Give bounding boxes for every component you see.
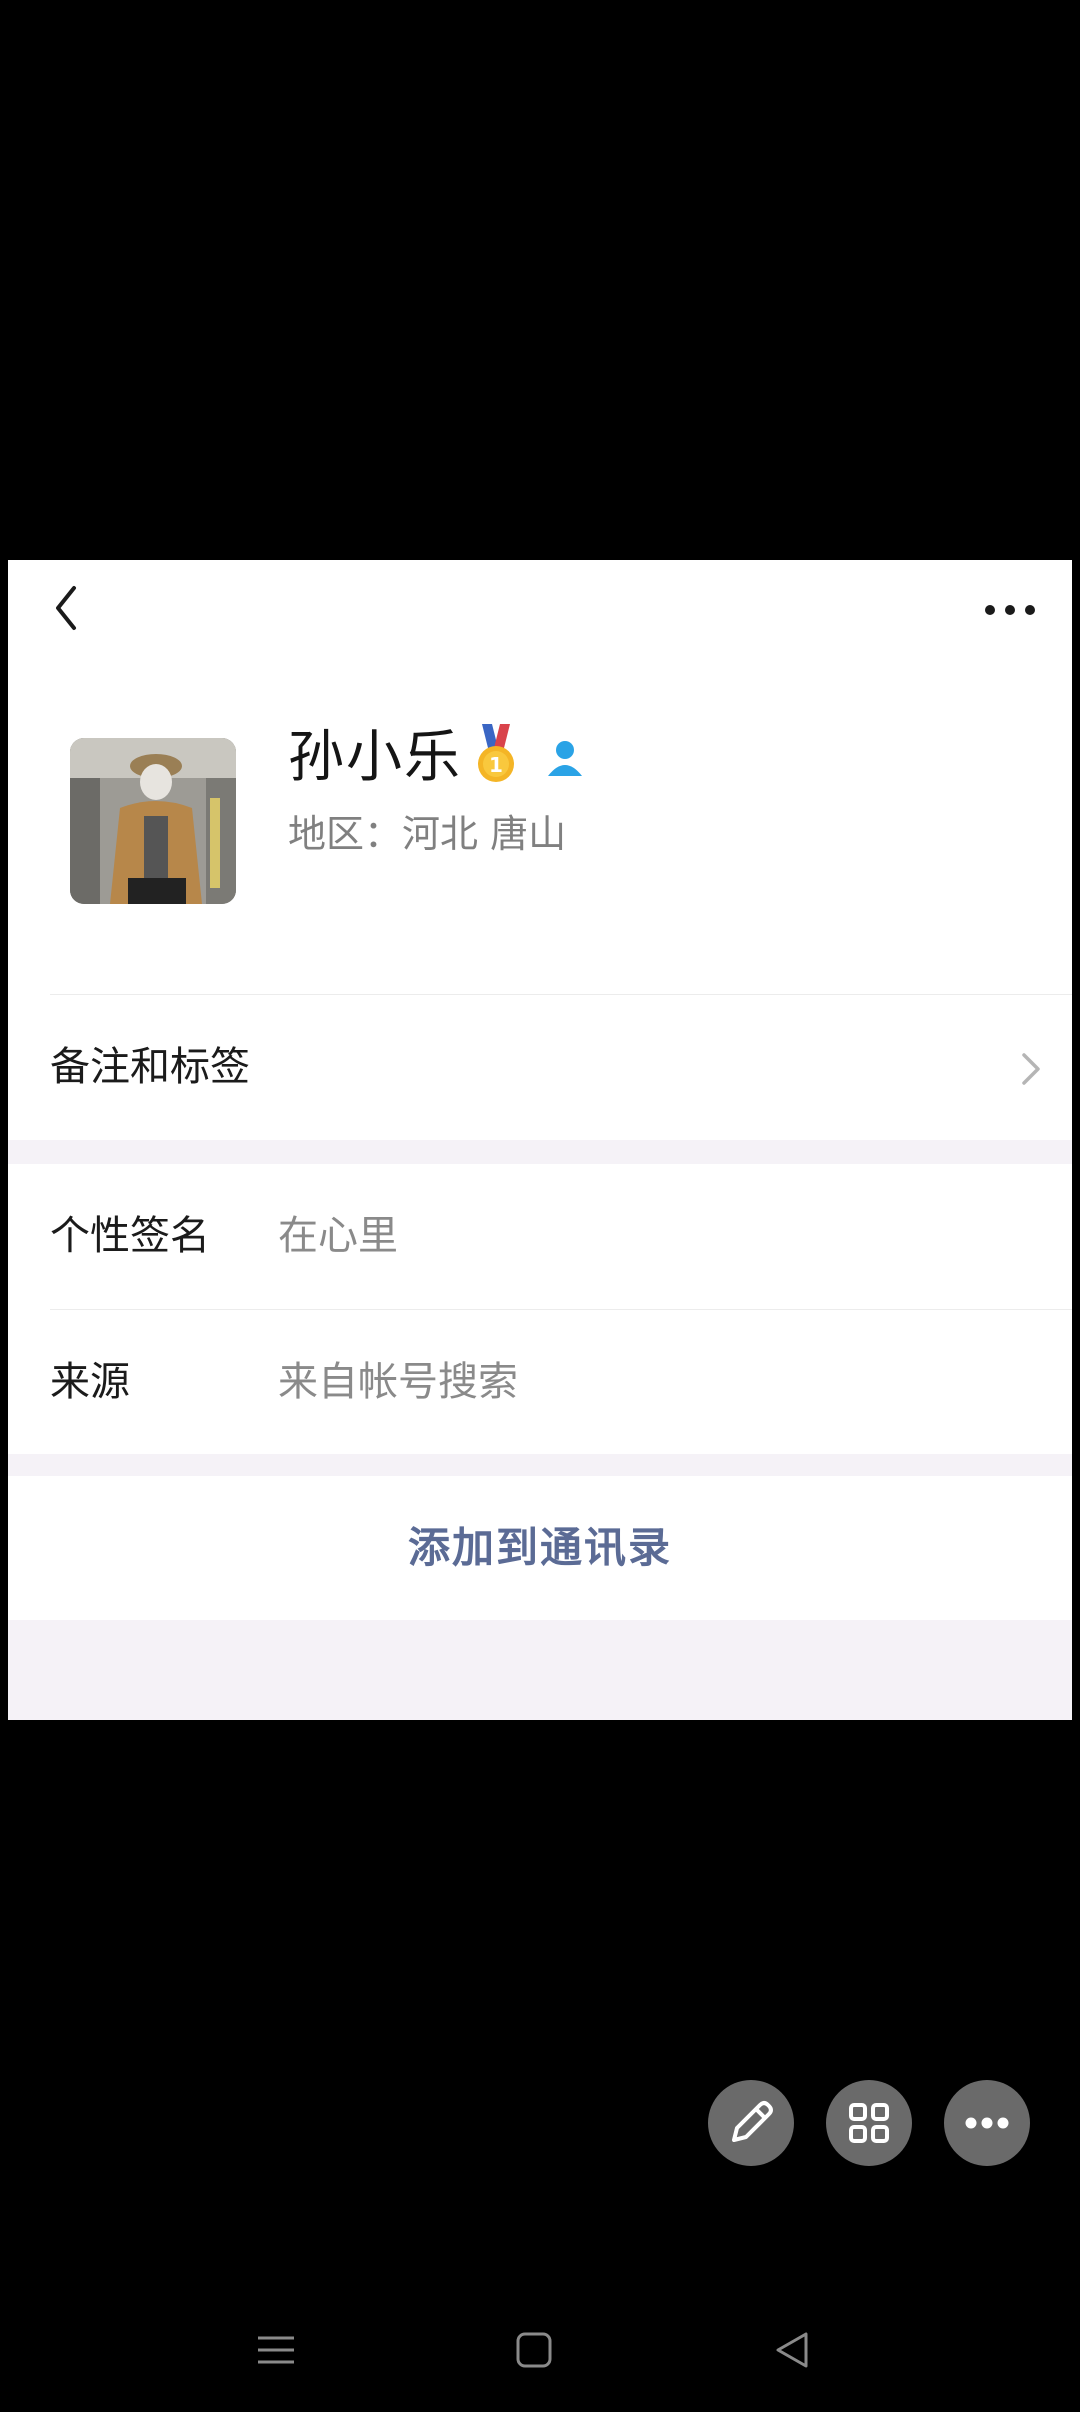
home-square-icon	[516, 2332, 552, 2368]
nav-menu-button[interactable]	[246, 2320, 306, 2380]
profile-screenshot-card: 孙小乐 1 地区：河北 唐山 备注和标签 个性签名 在心里 来源 来自帐号搜索 …	[8, 560, 1072, 1720]
user-icon	[544, 736, 586, 778]
nav-back-button[interactable]	[762, 2320, 822, 2380]
source-row: 来源 来自帐号搜索	[8, 1310, 1072, 1455]
avatar[interactable]	[70, 738, 236, 904]
nav-home-button[interactable]	[504, 2320, 564, 2380]
info-section: 个性签名 在心里 来源 来自帐号搜索	[8, 1164, 1072, 1454]
more-options-button[interactable]	[978, 590, 1042, 630]
grid-icon	[849, 2103, 889, 2143]
remark-tags-row[interactable]: 备注和标签	[8, 995, 1072, 1140]
contact-name: 孙小乐	[288, 725, 462, 790]
menu-icon	[258, 2336, 294, 2364]
system-nav-bar	[0, 2292, 1080, 2412]
grid-fab-button[interactable]	[826, 2080, 912, 2166]
top-bar	[8, 560, 1072, 690]
svg-text:1: 1	[489, 753, 503, 777]
back-button[interactable]	[44, 578, 100, 638]
more-dots-icon	[985, 605, 1035, 615]
chevron-right-icon	[1016, 1047, 1044, 1091]
avatar-photo	[70, 738, 236, 904]
source-label: 来源	[50, 1359, 130, 1405]
gold-medal-icon: 1	[472, 722, 520, 786]
signature-label: 个性签名	[50, 1213, 210, 1259]
more-fab-button[interactable]	[944, 2080, 1030, 2166]
back-arrow-icon	[56, 586, 76, 630]
screen: 孙小乐 1 地区：河北 唐山 备注和标签 个性签名 在心里 来源 来自帐号搜索 …	[0, 0, 1080, 2412]
source-value: 来自帐号搜索	[278, 1359, 518, 1405]
pencil-icon	[732, 2101, 773, 2142]
more-dots-icon	[965, 2117, 1009, 2129]
edit-fab-button[interactable]	[708, 2080, 794, 2166]
signature-value: 在心里	[278, 1213, 398, 1259]
add-to-contacts-button[interactable]: 添加到通讯录	[8, 1476, 1072, 1620]
remark-tags-label: 备注和标签	[50, 1044, 250, 1090]
signature-row: 个性签名 在心里	[8, 1164, 1072, 1310]
back-triangle-icon	[776, 2332, 808, 2368]
add-contact-section: 添加到通讯录	[8, 1476, 1072, 1620]
region-label: 地区：河北 唐山	[288, 812, 567, 856]
